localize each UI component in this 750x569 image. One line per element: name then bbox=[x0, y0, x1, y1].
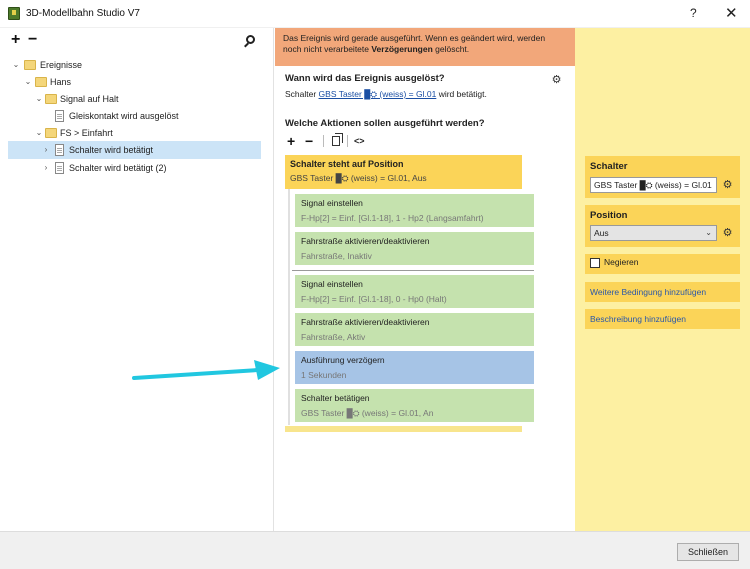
action-schalter-betaetigen[interactable]: Schalter betätigen GBS Taster █⛭ (weiss)… bbox=[295, 389, 534, 422]
schalter-label: Schalter bbox=[590, 161, 628, 172]
toolbar-divider bbox=[347, 135, 348, 147]
schalter-field[interactable]: GBS Taster █⛭ (weiss) = Gl.01 bbox=[590, 177, 717, 193]
action-fahrstrasse-2[interactable]: Fahrstraße aktivieren/deaktivieren Fahrs… bbox=[295, 313, 534, 346]
search-icon[interactable] bbox=[246, 35, 255, 44]
branch-line bbox=[288, 189, 290, 425]
chevron-right-icon[interactable]: › bbox=[42, 159, 50, 177]
folder-icon bbox=[24, 60, 36, 70]
event-tree-pane: + − ⌄ Ereignisse ⌄ Hans ⌄ Signal auf Hal… bbox=[0, 28, 274, 531]
title-bar: 3D-Modellbahn Studio V7 ? ✕ bbox=[0, 0, 750, 28]
condition-subtitle: GBS Taster █⛭ (weiss) = Gl.01, Aus bbox=[290, 173, 427, 183]
help-button[interactable]: ? bbox=[690, 6, 697, 20]
condition-title: Schalter steht auf Position bbox=[290, 159, 404, 169]
add-event-button[interactable]: + bbox=[11, 32, 20, 48]
toolbar-divider bbox=[323, 135, 324, 147]
schalter-gear-icon[interactable]: ⚙ bbox=[722, 180, 733, 191]
folder-icon bbox=[35, 77, 47, 87]
trigger-gear-icon[interactable]: ⚙ bbox=[551, 75, 562, 86]
add-description-row: Beschreibung hinzufügen bbox=[585, 309, 740, 329]
tree-item-signal-auf-halt[interactable]: ⌄ Signal auf Halt bbox=[8, 90, 272, 108]
action-fahrstrasse-1[interactable]: Fahrstraße aktivieren/deaktivieren Fahrs… bbox=[295, 232, 534, 265]
chevron-down-icon: ⌄ bbox=[705, 228, 712, 237]
document-icon bbox=[55, 162, 64, 174]
app-icon bbox=[8, 7, 20, 20]
negieren-row: Negieren bbox=[585, 254, 740, 274]
tree-item-label: Signal auf Halt bbox=[60, 94, 119, 104]
close-window-button[interactable]: ✕ bbox=[725, 4, 738, 22]
tree-item-label: Schalter wird betätigt bbox=[69, 145, 154, 155]
add-condition-row: Weitere Bedingung hinzufügen bbox=[585, 282, 740, 302]
position-property: Position Aus ⌄ ⚙ bbox=[585, 205, 740, 247]
properties-panel: Schalter GBS Taster █⛭ (weiss) = Gl.01 ⚙… bbox=[575, 28, 750, 531]
tree-item-fs-einfahrt[interactable]: ⌄ FS > Einfahrt bbox=[8, 124, 272, 142]
copy-icon[interactable] bbox=[332, 133, 343, 146]
action-signal-einstellen-1[interactable]: Signal einstellen F-Hp[2] = Einf. [Gl.1-… bbox=[295, 194, 534, 227]
action-ausfuehrung-verzoegern[interactable]: Ausführung verzögern 1 Sekunden bbox=[295, 351, 534, 384]
tree-item-label: Gleiskontakt wird ausgelöst bbox=[69, 111, 179, 121]
tree-item-label: FS > Einfahrt bbox=[60, 128, 113, 138]
chevron-down-icon[interactable]: ⌄ bbox=[35, 90, 43, 108]
schalter-property: Schalter GBS Taster █⛭ (weiss) = Gl.01 ⚙ bbox=[585, 156, 740, 198]
add-condition-link[interactable]: Weitere Bedingung hinzufügen bbox=[590, 287, 706, 297]
trigger-question: Wann wird das Ereignis ausgelöst? bbox=[285, 73, 445, 84]
action-signal-einstellen-2[interactable]: Signal einstellen F-Hp[2] = Einf. [Gl.1-… bbox=[295, 275, 534, 308]
condition-block[interactable]: Schalter steht auf Position GBS Taster █… bbox=[285, 155, 522, 189]
warning-line-1: Das Ereignis wird gerade ausgeführt. Wen… bbox=[283, 33, 546, 43]
warning-banner: Das Ereignis wird gerade ausgeführt. Wen… bbox=[275, 28, 575, 66]
condition-block-end bbox=[285, 426, 522, 432]
chevron-down-icon[interactable]: ⌄ bbox=[35, 124, 43, 142]
tree-item-schalter-wird-betaetigt[interactable]: › Schalter wird betätigt bbox=[8, 141, 261, 159]
trigger-description: Schalter GBS Taster █⛭ (weiss) = Gl.01 w… bbox=[285, 89, 487, 99]
chevron-right-icon[interactable]: › bbox=[42, 141, 50, 159]
trigger-switch-link[interactable]: GBS Taster █⛭ (weiss) = Gl.01 bbox=[319, 89, 437, 99]
tree-item-hans[interactable]: ⌄ Hans bbox=[8, 73, 272, 91]
tree-item-label: Schalter wird betätigt (2) bbox=[69, 163, 167, 173]
add-action-button[interactable]: + bbox=[287, 134, 295, 148]
tree-item-label: Ereignisse bbox=[40, 60, 83, 70]
annotation-arrow bbox=[132, 360, 280, 380]
document-icon bbox=[55, 110, 64, 122]
tree-item-label: Hans bbox=[50, 77, 72, 87]
negieren-label: Negieren bbox=[604, 257, 639, 267]
position-label: Position bbox=[590, 210, 628, 221]
negieren-checkbox[interactable] bbox=[590, 258, 600, 268]
actions-question: Welche Aktionen sollen ausgeführt werden… bbox=[285, 118, 485, 129]
dialog-footer: Schließen bbox=[0, 531, 750, 569]
folder-icon bbox=[45, 94, 57, 104]
branch-separator bbox=[292, 270, 534, 271]
position-select[interactable]: Aus ⌄ bbox=[590, 225, 717, 241]
window-title: 3D-Modellbahn Studio V7 bbox=[26, 8, 140, 19]
close-button[interactable]: Schließen bbox=[677, 543, 739, 561]
chevron-down-icon[interactable]: ⌄ bbox=[24, 73, 32, 91]
folder-icon bbox=[45, 128, 57, 138]
warning-line-2: noch nicht verarbeitete Verzögerungen ge… bbox=[283, 44, 470, 54]
tree-item-schalter-wird-betaetigt-2[interactable]: › Schalter wird betätigt (2) bbox=[8, 159, 272, 177]
document-icon bbox=[55, 144, 64, 156]
remove-event-button[interactable]: − bbox=[28, 32, 37, 48]
position-gear-icon[interactable]: ⚙ bbox=[722, 228, 733, 239]
tree-item-ereignisse[interactable]: ⌄ Ereignisse bbox=[8, 56, 272, 74]
chevron-down-icon[interactable]: ⌄ bbox=[12, 56, 20, 74]
code-icon[interactable]: <> bbox=[354, 136, 365, 146]
tree-item-gleiskontakt[interactable]: Gleiskontakt wird ausgelöst bbox=[8, 107, 272, 125]
add-description-link[interactable]: Beschreibung hinzufügen bbox=[590, 314, 686, 324]
event-editor-pane: Das Ereignis wird gerade ausgeführt. Wen… bbox=[275, 28, 575, 531]
remove-action-button[interactable]: − bbox=[305, 134, 313, 148]
